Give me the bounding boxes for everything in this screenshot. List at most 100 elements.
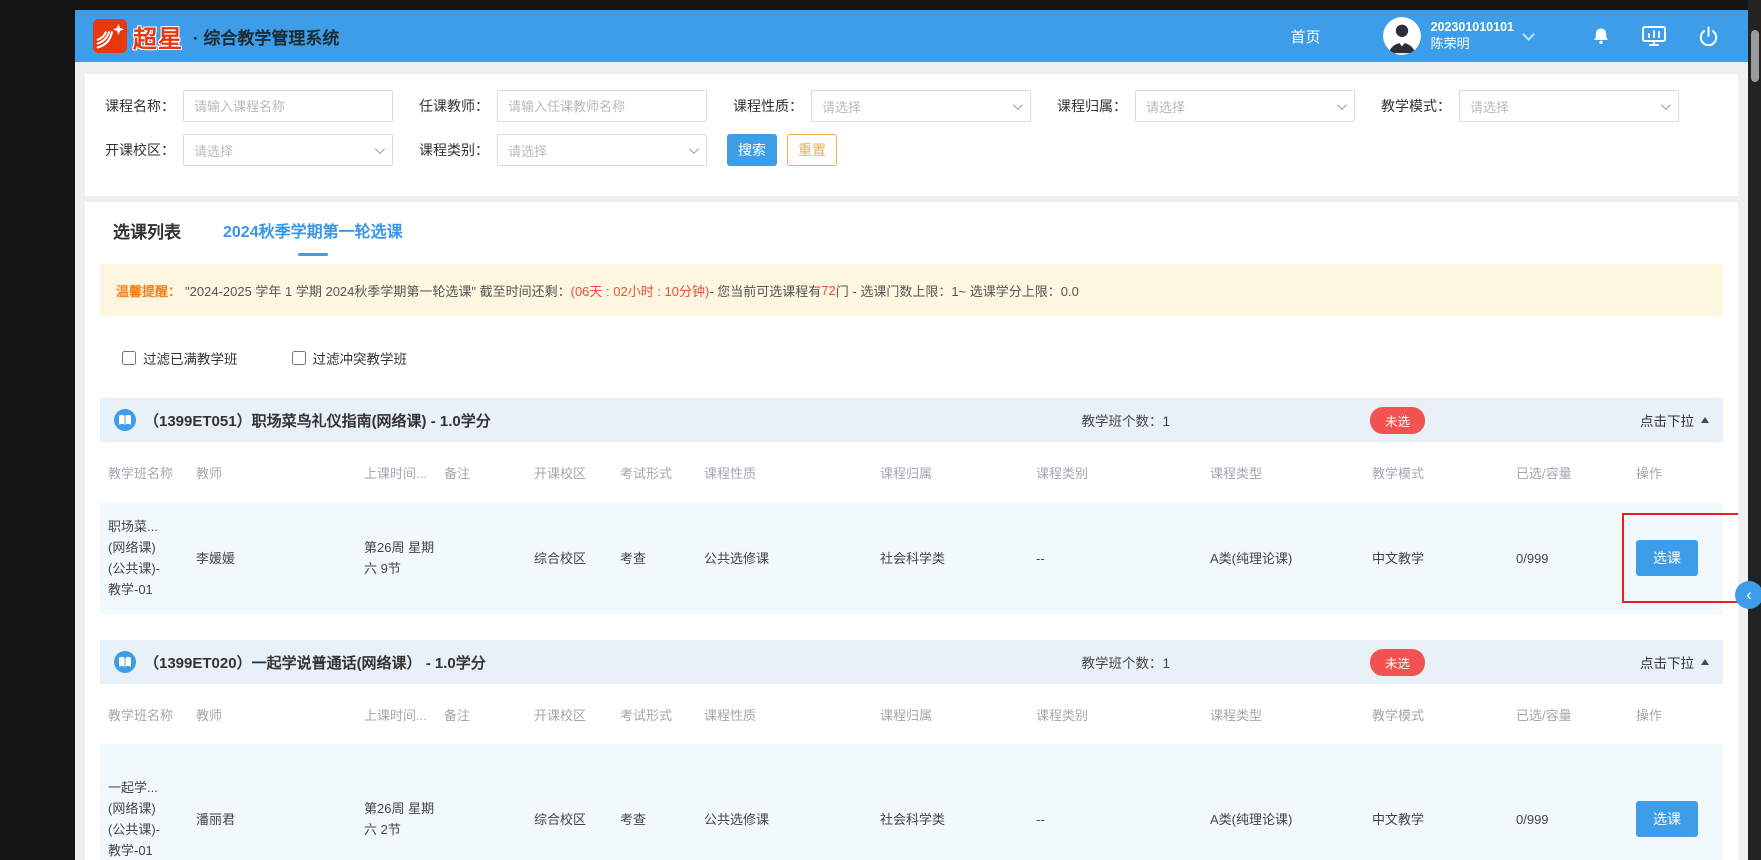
- col-capacity: 已选/容量: [1516, 463, 1636, 482]
- course-title: （1399ET051）职场菜鸟礼仪指南(网络课) - 1.0学分: [144, 410, 491, 431]
- col-category: 课程类别: [1036, 705, 1210, 724]
- course-name-input[interactable]: [183, 90, 393, 122]
- cell-capacity: 0/999: [1516, 548, 1636, 569]
- cell-teacher: 潘丽君: [196, 809, 364, 830]
- table-row: 职场菜... (网络课) (公共课)- 教学-01 李媛媛 第26周 星期六 9…: [100, 502, 1723, 614]
- teacher-input[interactable]: [497, 90, 707, 122]
- power-icon[interactable]: [1697, 25, 1720, 48]
- filter-full-checkbox[interactable]: [122, 351, 136, 365]
- cell-action: 选课: [1636, 801, 1715, 837]
- col-action: 操作: [1636, 463, 1715, 482]
- course-category-select[interactable]: 请选择: [497, 134, 707, 166]
- frame-right: [1748, 0, 1761, 860]
- chevron-down-icon: [689, 144, 699, 154]
- cell-class-name: 一起学... (网络课) (公共课)- 教学-01: [108, 777, 196, 860]
- book-icon: [114, 651, 136, 673]
- app-header: 超星 · 综合教学管理系统 首页 202301010101 陈荣明: [75, 10, 1748, 62]
- class-count: 教学班个数：1: [1081, 410, 1170, 430]
- col-nature: 课程性质: [704, 463, 880, 482]
- course-list-panel: 选课列表 2024秋季学期第一轮选课 温馨提醒： "2024-2025 学年 1…: [85, 202, 1738, 860]
- notice-text-2: - 您当前可选课程有: [709, 281, 821, 300]
- teaching-mode-select[interactable]: 请选择: [1459, 90, 1679, 122]
- chevron-left-icon: ‹: [1746, 585, 1752, 605]
- expand-toggle[interactable]: 点击下拉: [1640, 410, 1709, 430]
- status-badge: 未选: [1370, 649, 1425, 676]
- tab-row: 选课列表 2024秋季学期第一轮选课: [100, 202, 1723, 256]
- nav-home-link[interactable]: 首页: [1291, 26, 1321, 47]
- cell-action: 选课: [1636, 540, 1715, 576]
- select-course-button[interactable]: 选课: [1636, 540, 1698, 576]
- filter-conflict-checkbox[interactable]: [292, 351, 306, 365]
- col-mode: 教学模式: [1372, 705, 1516, 724]
- app-title: · 综合教学管理系统: [193, 24, 339, 49]
- notice-bar: 温馨提醒： "2024-2025 学年 1 学期 2024秋季学期第一轮选课" …: [100, 264, 1723, 316]
- user-id: 202301010101: [1431, 20, 1514, 36]
- scrollbar[interactable]: [1751, 30, 1759, 82]
- screen: 超星 · 综合教学管理系统 首页 202301010101 陈荣明: [0, 0, 1761, 860]
- col-remark: 备注: [444, 705, 534, 724]
- col-type: 课程类型: [1210, 705, 1372, 724]
- cell-belong: 社会科学类: [880, 548, 1036, 569]
- col-teacher: 教师: [196, 705, 364, 724]
- chevron-down-icon[interactable]: [1522, 28, 1535, 41]
- cell-time: 第26周 星期六 9节: [364, 537, 444, 579]
- col-exam: 考试形式: [620, 705, 704, 724]
- cell-exam: 考查: [620, 548, 704, 569]
- col-nature: 课程性质: [704, 705, 880, 724]
- course-nature-label: 课程性质：: [733, 96, 803, 116]
- avatar[interactable]: [1383, 17, 1421, 55]
- chevron-down-icon: [1337, 100, 1347, 110]
- reset-button[interactable]: 重置: [787, 134, 837, 166]
- monitor-icon[interactable]: [1641, 24, 1667, 48]
- frame-left: [0, 0, 75, 860]
- col-remark: 备注: [444, 463, 534, 482]
- cell-capacity: 0/999: [1516, 809, 1636, 830]
- col-class-name: 教学班名称: [108, 463, 196, 482]
- status-badge: 未选: [1370, 407, 1425, 434]
- campus-select[interactable]: 请选择: [183, 134, 393, 166]
- select-course-button[interactable]: 选课: [1636, 801, 1698, 837]
- bell-icon[interactable]: [1591, 25, 1611, 47]
- col-belong: 课程归属: [880, 705, 1036, 724]
- campus-label: 开课校区：: [105, 140, 175, 160]
- table-header: 教学班名称 教师 上课时间... 备注 开课校区 考试形式 课程性质 课程归属 …: [100, 684, 1723, 744]
- course-belong-select[interactable]: 请选择: [1135, 90, 1355, 122]
- brand-logo: 超星 · 综合教学管理系统: [93, 19, 339, 54]
- teacher-label: 任课教师：: [419, 96, 489, 116]
- cell-type: A类(纯理论课): [1210, 548, 1372, 569]
- course-belong-label: 课程归属：: [1057, 96, 1127, 116]
- chevron-down-icon: [375, 144, 385, 154]
- content-area: 课程名称： 任课教师： 课程性质： 请选择 课程归属：: [75, 62, 1748, 860]
- cell-campus: 综合校区: [534, 809, 620, 830]
- tab-round1[interactable]: 2024秋季学期第一轮选课: [223, 218, 403, 256]
- course-title: （1399ET020）一起学说普通话(网络课） - 1.0学分: [144, 652, 486, 673]
- col-exam: 考试形式: [620, 463, 704, 482]
- cell-nature: 公共选修课: [704, 809, 880, 830]
- tab-active-indicator: [298, 253, 328, 256]
- user-name: 陈荣明: [1431, 36, 1514, 52]
- col-campus: 开课校区: [534, 463, 620, 482]
- filter-conflict-classes[interactable]: 过滤冲突教学班: [292, 348, 408, 368]
- table-row: 一起学... (网络课) (公共课)- 教学-01 潘丽君 第26周 星期六 2…: [100, 744, 1723, 860]
- filter-full-classes[interactable]: 过滤已满教学班: [122, 348, 238, 368]
- avatar-person-icon: [1383, 17, 1421, 55]
- col-category: 课程类别: [1036, 463, 1210, 482]
- course-card-header: （1399ET051）职场菜鸟礼仪指南(网络课) - 1.0学分 教学班个数：1…: [100, 398, 1723, 442]
- col-type: 课程类型: [1210, 463, 1372, 482]
- sidebar-collapse-handle[interactable]: ‹: [1735, 581, 1761, 609]
- course-card-1399ET051: （1399ET051）职场菜鸟礼仪指南(网络课) - 1.0学分 教学班个数：1…: [100, 398, 1723, 614]
- search-button[interactable]: 搜索: [727, 134, 777, 166]
- notice-text-3: 门 - 选课门数上限：1~ 选课学分上限：0.0: [836, 281, 1079, 300]
- col-time: 上课时间...: [364, 705, 444, 724]
- course-nature-select[interactable]: 请选择: [811, 90, 1031, 122]
- cell-type: A类(纯理论课): [1210, 809, 1372, 830]
- chevron-down-icon: [1661, 100, 1671, 110]
- cell-category: --: [1036, 548, 1210, 569]
- user-info[interactable]: 202301010101 陈荣明: [1431, 20, 1514, 52]
- col-class-name: 教学班名称: [108, 705, 196, 724]
- filter-panel: 课程名称： 任课教师： 课程性质： 请选择 课程归属：: [85, 74, 1738, 196]
- filter-toggles: 过滤已满教学班 过滤冲突教学班: [122, 348, 1723, 368]
- cell-mode: 中文教学: [1372, 548, 1516, 569]
- expand-toggle[interactable]: 点击下拉: [1640, 652, 1709, 672]
- col-capacity: 已选/容量: [1516, 705, 1636, 724]
